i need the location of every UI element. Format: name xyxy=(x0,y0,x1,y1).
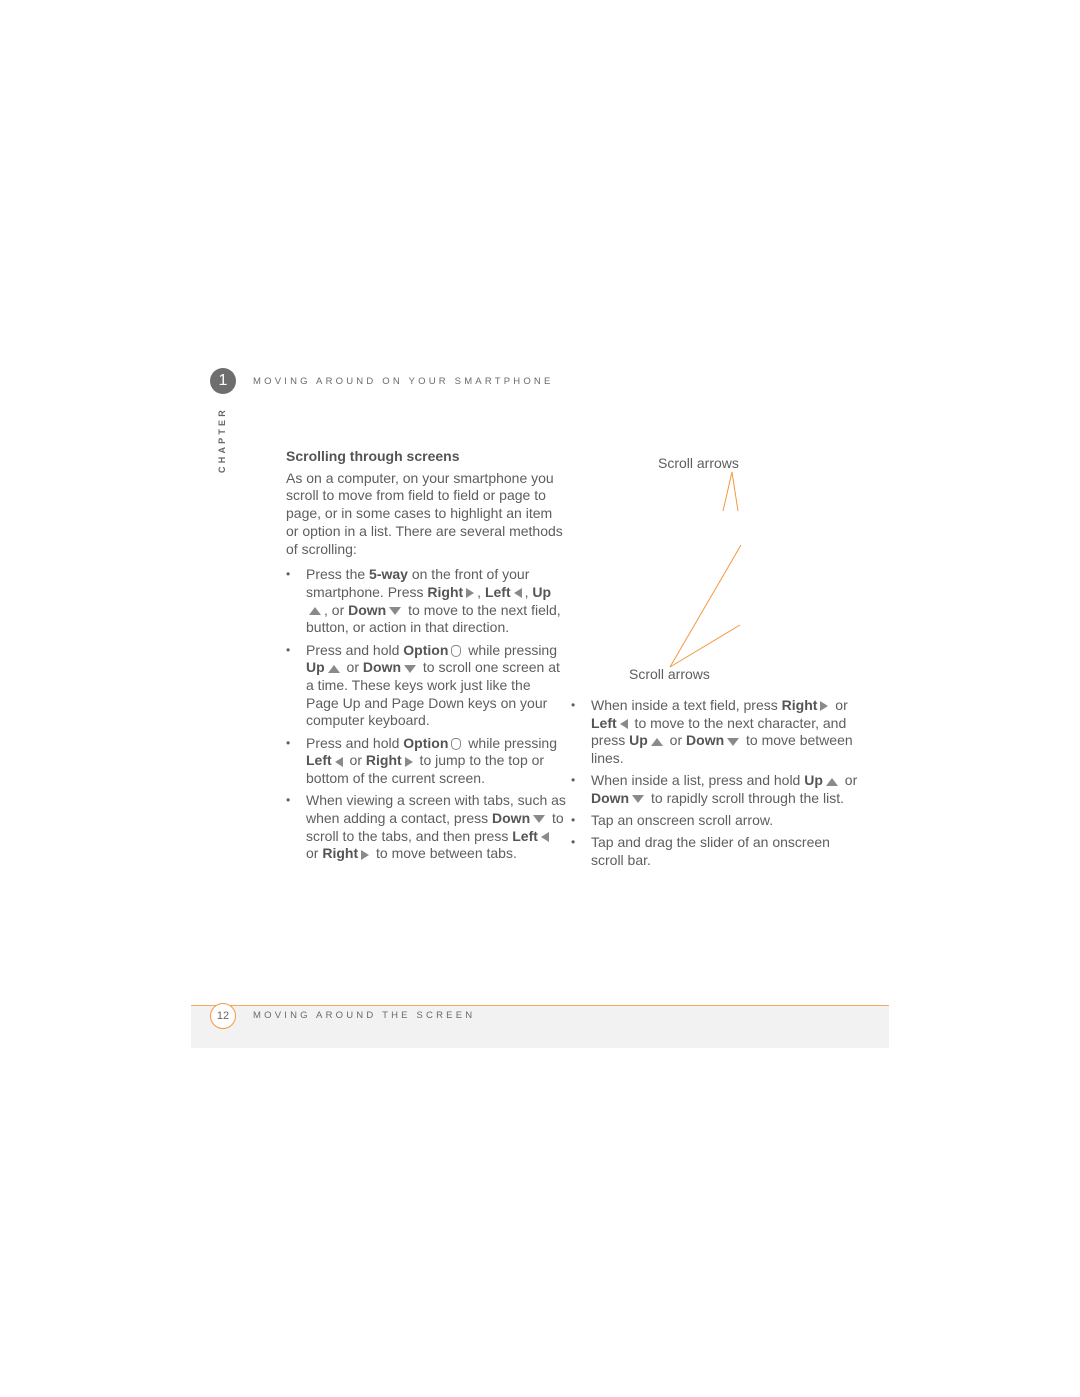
left-arrow-icon xyxy=(513,588,522,599)
list-item: Tap and drag the slider of an onscreen s… xyxy=(571,834,861,869)
key-5way: 5-way xyxy=(369,566,408,583)
right-arrow-icon xyxy=(466,588,475,599)
text: or xyxy=(306,845,323,862)
chapter-label: CHAPTER xyxy=(217,407,227,473)
key-down: Down xyxy=(492,809,531,826)
leader-line xyxy=(731,471,739,512)
key-up: Up xyxy=(532,583,552,600)
text: to move between tabs. xyxy=(372,845,517,862)
page-number: 12 xyxy=(210,1003,236,1029)
chapter-title: MOVING AROUND ON YOUR SMARTPHONE xyxy=(253,376,554,387)
key-right: Right xyxy=(781,697,818,713)
key-down: Down xyxy=(362,659,402,676)
scroll-methods-list-right: When inside a text field, press Right or… xyxy=(571,697,861,870)
right-arrow-icon xyxy=(361,849,370,860)
text: , xyxy=(477,583,485,600)
key-option: Option xyxy=(403,641,449,658)
text: When inside a list, press and hold xyxy=(591,772,805,789)
scroll-methods-list-left: Press the 5-way on the front of your sma… xyxy=(286,566,566,863)
left-column: Scrolling through screens As on a comput… xyxy=(286,448,566,867)
text: while pressing xyxy=(464,734,558,751)
section-heading: Scrolling through screens xyxy=(286,448,460,464)
down-arrow-icon xyxy=(389,606,402,615)
list-item: Press and hold Option while pressing Up … xyxy=(286,642,566,731)
list-item: Press the 5-way on the front of your sma… xyxy=(286,566,566,637)
text: or xyxy=(342,659,363,676)
intro-paragraph: As on a computer, on your smartphone you… xyxy=(286,469,563,557)
text: Press and hold xyxy=(306,641,404,658)
key-down: Down xyxy=(348,601,387,618)
list-item: When viewing a screen with tabs, such as… xyxy=(286,792,566,863)
key-left: Left xyxy=(484,583,511,600)
text: , xyxy=(524,583,529,600)
key-right: Right xyxy=(427,583,464,600)
up-arrow-icon xyxy=(650,737,663,746)
down-arrow-icon xyxy=(727,737,740,746)
list-item: Press and hold Option while pressing Lef… xyxy=(286,735,566,788)
text: Press and hold xyxy=(306,734,404,751)
up-arrow-icon xyxy=(309,606,321,615)
text: When inside a text field, press xyxy=(591,697,782,713)
text: , or xyxy=(324,601,349,618)
chapter-number-badge: 1 xyxy=(210,368,236,394)
text: or xyxy=(345,752,366,769)
left-arrow-icon xyxy=(540,831,549,842)
down-arrow-icon xyxy=(404,664,417,673)
callout-scroll-arrows-top: Scroll arrows xyxy=(658,455,739,471)
right-column: When inside a text field, press Right or… xyxy=(571,697,861,874)
list-item: When inside a text field, press Right or… xyxy=(571,697,861,768)
text: to rapidly scroll through the list. xyxy=(647,790,844,807)
list-item: When inside a list, press and hold Up or… xyxy=(571,772,861,807)
key-down: Down xyxy=(686,732,725,749)
key-right: Right xyxy=(365,752,402,769)
leader-line xyxy=(669,544,742,668)
left-arrow-icon xyxy=(334,756,343,767)
text: or xyxy=(831,697,848,713)
leader-line xyxy=(669,624,741,668)
callout-scroll-arrows-bottom: Scroll arrows xyxy=(629,666,710,682)
leader-line xyxy=(722,471,733,512)
text: or xyxy=(665,732,687,749)
text: Press the xyxy=(306,566,370,583)
key-option: Option xyxy=(403,734,449,751)
key-up: Up xyxy=(629,732,648,749)
text: or xyxy=(840,772,858,789)
up-arrow-icon xyxy=(327,664,340,673)
key-down: Down xyxy=(591,790,630,807)
key-left: Left xyxy=(306,752,332,769)
right-arrow-icon xyxy=(404,756,413,767)
key-left: Left xyxy=(591,714,617,731)
key-up: Up xyxy=(804,772,823,789)
right-arrow-icon xyxy=(820,701,829,712)
down-arrow-icon xyxy=(632,795,645,804)
footer-section-title: MOVING AROUND THE SCREEN xyxy=(253,1010,476,1021)
key-right: Right xyxy=(322,845,359,862)
key-up: Up xyxy=(306,659,325,676)
list-item: Tap an onscreen scroll arrow. xyxy=(571,812,861,830)
option-key-icon xyxy=(451,737,462,750)
text: while pressing xyxy=(464,641,558,658)
left-arrow-icon xyxy=(619,719,628,729)
option-key-icon xyxy=(451,644,462,657)
down-arrow-icon xyxy=(533,815,546,824)
up-arrow-icon xyxy=(825,777,838,786)
key-left: Left xyxy=(512,827,538,844)
